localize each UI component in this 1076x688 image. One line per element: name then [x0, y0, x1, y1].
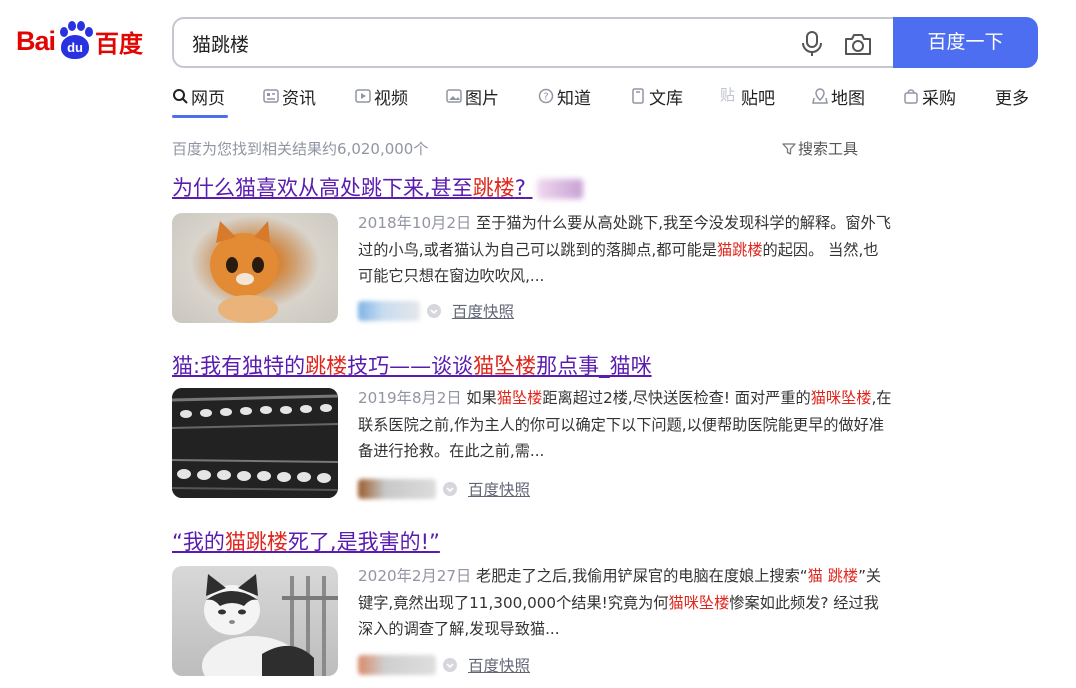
results-count: 百度为您找到相关结果约6,020,000个 [172, 140, 429, 158]
question-icon: ? [538, 88, 554, 104]
blurred-site-tag [536, 179, 583, 199]
search-box [172, 17, 894, 68]
result-abstract: 2019年8月2日 如果猫坠楼距离超过2楼,尽快送医检查! 面对严重的猫咪坠楼,… [358, 385, 892, 465]
tab-news[interactable]: 资讯 [263, 84, 316, 120]
title-segment: ? [514, 176, 526, 200]
search-tools-button[interactable]: 搜索工具 [782, 138, 858, 159]
search-tools-label: 搜索工具 [798, 140, 859, 158]
tab-label: 更多 [995, 89, 1029, 109]
logo-suffix: 百度 [95, 29, 144, 58]
blurred-source [358, 479, 436, 499]
snapshot-link[interactable]: 百度快照 [468, 654, 530, 676]
falling-cat-sequence [172, 388, 338, 498]
falling-cat-sequence-photo[interactable] [172, 388, 338, 498]
shield-icon [427, 304, 441, 318]
tab-label: 地图 [831, 89, 865, 109]
tab-label: 文库 [649, 89, 683, 109]
abstract-highlight: 猫坠楼 [496, 389, 543, 407]
result-title[interactable]: 为什么猫喜欢从高处跳下来,甚至跳楼? [172, 172, 892, 202]
baidu-logo[interactable]: Bai du 百度 [16, 18, 151, 64]
result-source: 百度快照 [358, 300, 514, 322]
tab-web[interactable]: 网页 [172, 84, 228, 120]
tab-wenku[interactable]: 文库 [630, 84, 683, 120]
tab-tieba[interactable]: 贴 贴吧 [720, 84, 775, 120]
tab-label: 贴吧 [741, 89, 775, 109]
result-date: 2019年8月2日 [358, 389, 462, 407]
result-title[interactable]: “我的猫跳楼死了,是我害的!” [172, 526, 892, 556]
title-highlight: 跳楼 [472, 176, 515, 200]
snapshot-link[interactable]: 百度快照 [452, 300, 514, 322]
title-segment: 死了,是我害的!” [287, 530, 440, 554]
search-input[interactable] [192, 29, 752, 57]
tab-zhidao[interactable]: ? 知道 [538, 84, 591, 120]
abstract-text: 如果 [466, 389, 497, 407]
result-date: 2018年10月2日 [358, 214, 472, 232]
tab-more[interactable]: 更多 [995, 84, 1029, 120]
active-tab-indicator [172, 115, 228, 118]
title-segment: 猫:我有独特的 [172, 354, 306, 378]
shopping-icon [904, 89, 918, 104]
paw-icon: du [56, 21, 94, 61]
document-icon [632, 88, 644, 104]
microphone-icon[interactable] [800, 31, 824, 57]
abstract-text: 老肥走了之后,我偷用铲屎官的电脑在度娘上搜索“ [476, 567, 808, 585]
title-segment: “我的 [172, 530, 225, 554]
search-result: “我的猫跳楼死了,是我害的!” 2020年2月27日 老肥走了之后,我偷用铲屎官… [172, 526, 892, 686]
search-result: 猫:我有独特的跳楼技巧——谈谈猫坠楼那点事_猫咪 2019年8月2日 如果猫坠楼… [172, 350, 892, 510]
result-abstract: 2018年10月2日 至于猫为什么要从高处跳下,我至今没发现科学的解释。窗外飞过… [358, 210, 892, 290]
blurred-source [358, 655, 436, 675]
abstract-text: 距离超过2楼,尽快送医检查! 面对严重的 [542, 389, 811, 407]
abstract-text: 至于猫为什么要从高处跳下,我至今没发现科学的解释。 [476, 214, 846, 232]
map-icon [812, 88, 828, 104]
video-icon [355, 89, 371, 103]
svg-text:?: ? [543, 92, 548, 103]
grumpy-cat-photo[interactable] [172, 566, 338, 676]
tab-video[interactable]: 视频 [355, 84, 408, 120]
search-button[interactable]: 百度一下 [893, 17, 1038, 68]
grumpy-cat-figure [202, 574, 338, 676]
tab-label: 视频 [374, 89, 408, 109]
kitten-photo[interactable] [172, 213, 338, 323]
news-icon [263, 89, 279, 103]
image-icon [446, 89, 462, 103]
abstract-highlight: 猫 跳楼 [807, 567, 859, 585]
title-highlight: 跳楼 [305, 354, 348, 378]
result-source: 百度快照 [358, 478, 530, 500]
tab-map[interactable]: 地图 [812, 84, 865, 120]
blurred-source [358, 301, 420, 321]
search-result: 为什么猫喜欢从高处跳下来,甚至跳楼? 2018年10月2日 至于猫为什么要从高处… [172, 172, 892, 332]
tab-label: 网页 [191, 89, 225, 109]
search-icon [173, 89, 188, 104]
tab-label: 图片 [465, 89, 499, 109]
kitten-figure [210, 221, 278, 323]
camera-icon[interactable] [844, 32, 872, 56]
filter-icon [782, 142, 796, 155]
logo-paw-text: du [61, 35, 90, 59]
result-date: 2020年2月27日 [358, 567, 472, 585]
snapshot-link[interactable]: 百度快照 [468, 478, 530, 500]
title-highlight: 猫坠楼 [473, 354, 537, 378]
result-title[interactable]: 猫:我有独特的跳楼技巧——谈谈猫坠楼那点事_猫咪 [172, 350, 892, 380]
tab-label: 知道 [557, 89, 591, 109]
abstract-highlight: 猫跳楼 [716, 240, 763, 259]
title-segment: 技巧——谈谈 [347, 354, 474, 378]
abstract-highlight: 猫咪坠楼 [810, 389, 872, 407]
title-segment: 那点事_猫咪 [536, 354, 652, 378]
result-abstract: 2020年2月27日 老肥走了之后,我偷用铲屎官的电脑在度娘上搜索“猫 跳楼”关… [358, 563, 892, 643]
tab-label: 采购 [922, 89, 956, 109]
logo-prefix: Bai [16, 25, 56, 56]
tab-purchase[interactable]: 采购 [903, 84, 956, 120]
tieba-icon: 贴 [720, 86, 736, 104]
title-highlight: 猫跳楼 [224, 530, 288, 554]
tab-images[interactable]: 图片 [446, 84, 499, 120]
shield-icon [443, 658, 457, 672]
title-segment: 为什么猫喜欢从高处跳下来,甚至 [172, 176, 473, 200]
abstract-highlight: 猫咪坠楼 [668, 593, 730, 612]
tab-label: 资讯 [282, 89, 316, 109]
shield-icon [443, 482, 457, 496]
result-source: 百度快照 [358, 654, 530, 676]
